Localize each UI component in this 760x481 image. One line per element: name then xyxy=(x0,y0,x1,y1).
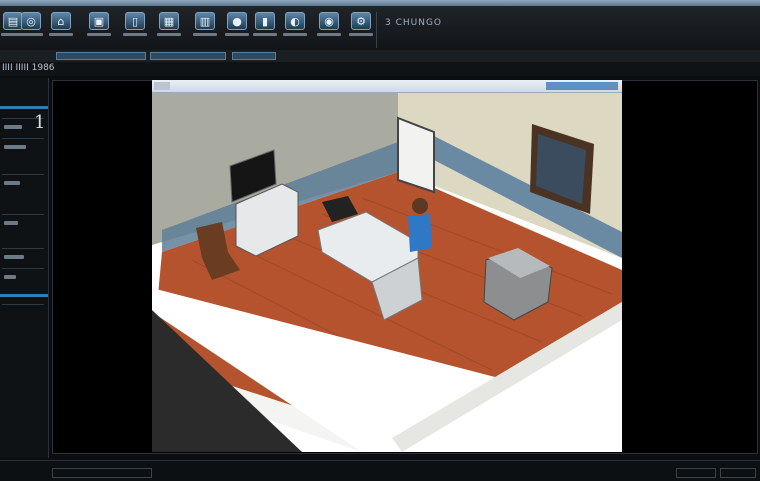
door-tool-button[interactable]: ▯ xyxy=(122,12,148,46)
viewport-controls[interactable] xyxy=(546,82,618,90)
row-label xyxy=(4,255,24,259)
button-label xyxy=(49,33,73,36)
viewport-number: 1 xyxy=(34,112,46,133)
row-label xyxy=(4,125,22,129)
toolbar-text: IIII IIIII 1986 xyxy=(2,63,55,73)
door xyxy=(397,116,435,194)
house-tool-button[interactable]: ⌂ xyxy=(48,12,74,46)
render-icon: ◉ xyxy=(319,12,339,30)
left-properties-panel: 1 xyxy=(0,78,49,458)
cabinet-icon: ● xyxy=(227,12,247,30)
person-head xyxy=(412,198,428,214)
panel-row[interactable] xyxy=(2,214,44,225)
person-body xyxy=(408,214,432,252)
furniture-icon: ▥ xyxy=(195,12,215,30)
panel-accent-bar xyxy=(0,106,48,109)
panel-row[interactable] xyxy=(2,174,44,185)
search-tool-button[interactable]: ◎ xyxy=(18,12,44,46)
button-label xyxy=(157,33,181,36)
status-cell xyxy=(720,468,756,478)
toolbar-tab-3[interactable] xyxy=(232,52,276,60)
button-label xyxy=(253,33,277,36)
toolbar-tab-2[interactable] xyxy=(150,52,226,60)
button-label xyxy=(193,33,217,36)
panel-row[interactable] xyxy=(2,138,44,149)
status-cell xyxy=(52,468,152,478)
button-label xyxy=(225,33,249,36)
button-label xyxy=(123,33,147,36)
panel-row[interactable] xyxy=(2,248,44,259)
3d-scene-viewport[interactable] xyxy=(152,80,622,452)
status-cell xyxy=(676,468,716,478)
light-tool-button[interactable]: ◐ xyxy=(282,12,308,46)
stairs-tool-button[interactable]: ▦ xyxy=(156,12,182,46)
camera-icon: ▮ xyxy=(255,12,275,30)
light-icon: ◐ xyxy=(285,12,305,30)
status-bar xyxy=(0,460,760,481)
room-render xyxy=(152,92,622,452)
window-icon: ▣ xyxy=(89,12,109,30)
render-tool-button[interactable]: ◉ xyxy=(316,12,342,46)
stairs-icon: ▦ xyxy=(159,12,179,30)
button-label xyxy=(19,33,43,36)
cabinet-tool-button[interactable]: ● xyxy=(224,12,250,46)
ribbon-toolbar: ▤ ◎ ⌂ ▣ ▯ ▦ ▥ ● ▮ ◐ ◉ ⚙ 3 CHUNGO xyxy=(0,6,760,51)
search-icon: ◎ xyxy=(21,12,41,30)
panel-row[interactable] xyxy=(2,304,44,305)
button-label xyxy=(87,33,111,36)
button-label xyxy=(317,33,341,36)
row-label xyxy=(4,145,26,149)
window-tool-button[interactable]: ▣ xyxy=(86,12,112,46)
row-label xyxy=(4,275,16,279)
toolbar-tab-1[interactable] xyxy=(56,52,146,60)
viewport-title-bar xyxy=(152,80,622,93)
house-icon: ⌂ xyxy=(51,12,71,30)
panel-row[interactable] xyxy=(2,268,44,279)
viewport-menu[interactable] xyxy=(154,82,170,90)
settings-tool-button[interactable]: ⚙ xyxy=(348,12,374,46)
button-label xyxy=(283,33,307,36)
gear-icon: ⚙ xyxy=(351,12,371,30)
panel-accent-bar xyxy=(0,294,48,297)
ribbon-title: 3 CHUNGO xyxy=(385,18,443,28)
row-label xyxy=(4,221,18,225)
button-label xyxy=(349,33,373,36)
row-label xyxy=(4,181,20,185)
camera-tool-button[interactable]: ▮ xyxy=(252,12,278,46)
door-icon: ▯ xyxy=(125,12,145,30)
ribbon-right-panel: 3 CHUNGO xyxy=(376,12,760,48)
furniture-tool-button[interactable]: ▥ xyxy=(192,12,218,46)
info-toolbar: IIII IIIII 1986 F xyxy=(0,62,760,138)
